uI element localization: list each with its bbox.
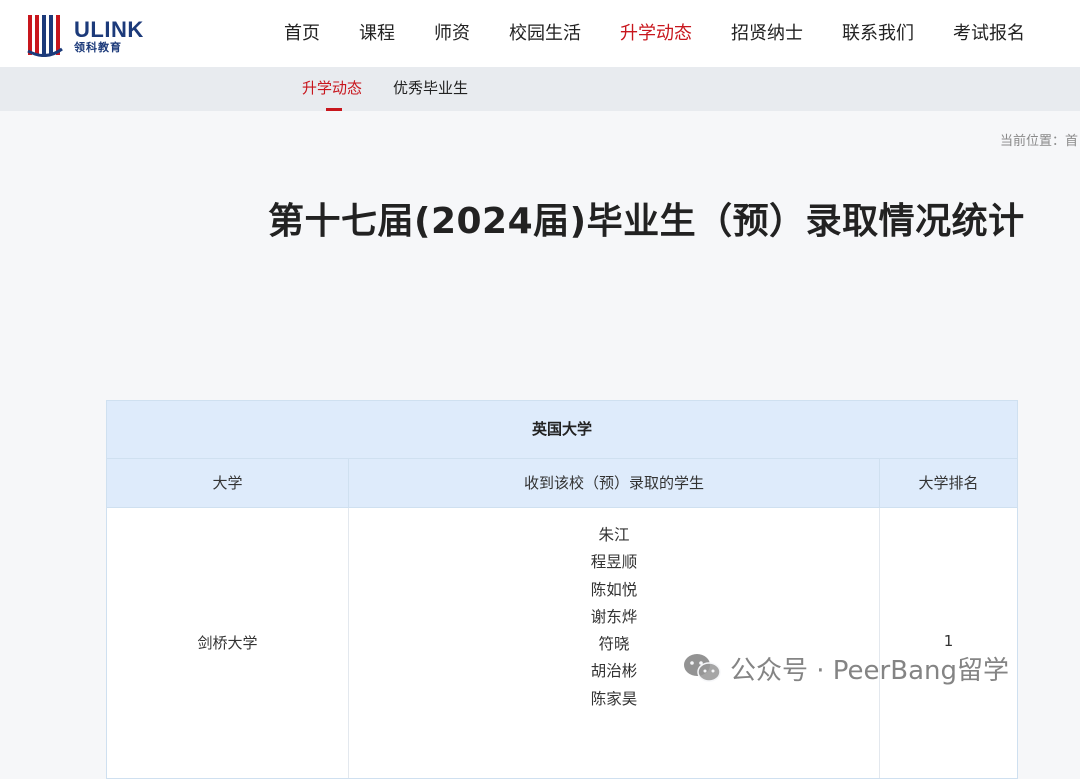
nav-item-contact[interactable]: 联系我们	[842, 0, 914, 67]
rank-cell: 1	[943, 632, 954, 650]
nav-item-home[interactable]: 首页	[284, 0, 320, 67]
breadcrumb: 当前位置：首	[1000, 134, 1079, 149]
main-nav: 首页 课程 师资 校园生活 升学动态 招贤纳士 联系我们 考试报名	[284, 0, 1064, 67]
table-caption: 英国大学	[107, 401, 1017, 459]
nav-item-admissions-news[interactable]: 升学动态	[620, 0, 692, 67]
student-name: 朱江	[598, 526, 630, 544]
table-header-row: 大学 收到该校（预）录取的学生 大学排名	[107, 459, 1017, 508]
nav-item-faculty[interactable]: 师资	[434, 0, 470, 67]
nav-item-careers[interactable]: 招贤纳士	[731, 0, 803, 67]
column-header-students: 收到该校（预）录取的学生	[349, 459, 880, 507]
site-header: ULINK 领科教育 首页 课程 师资 校园生活 升学动态 招贤纳士 联系我们 …	[0, 0, 1080, 67]
sub-nav: 升学动态 优秀毕业生	[0, 67, 1080, 111]
logo-brand-text: ULINK	[74, 17, 144, 42]
student-name: 符晓	[598, 635, 630, 654]
ulink-logo[interactable]: ULINK 领科教育	[26, 13, 156, 57]
column-header-rank: 大学排名	[918, 474, 979, 492]
subnav-item-admissions-news[interactable]: 升学动态	[302, 67, 362, 111]
table-row: 剑桥大学 朱江 程昱顺 陈如悦 谢东烨 符晓 胡治彬 陈家昊 1	[107, 508, 1017, 778]
watermark-text: 公众号 · PeerBang留学	[730, 655, 1009, 686]
subnav-active-indicator	[326, 108, 342, 111]
student-name: 谢东烨	[590, 607, 638, 626]
student-name: 程昱顺	[590, 553, 638, 572]
page-title: 第十七届(2024届)毕业生（预）录取情况统计	[268, 201, 1025, 242]
university-cell: 剑桥大学	[107, 508, 349, 778]
wechat-icon	[684, 654, 721, 682]
watermark: 公众号 · PeerBang留学	[682, 648, 1009, 688]
logo-sub-text: 领科教育	[74, 41, 122, 54]
student-name: 陈家昊	[590, 689, 638, 708]
nav-item-exam-registration[interactable]: 考试报名	[953, 0, 1025, 67]
subnav-item-outstanding-graduates[interactable]: 优秀毕业生	[393, 67, 468, 111]
nav-item-campus-life[interactable]: 校园生活	[509, 0, 581, 67]
student-name: 胡治彬	[590, 662, 638, 681]
admissions-table: 英国大学 大学 收到该校（预）录取的学生 大学排名 剑桥大学 朱江 程昱顺 陈如…	[106, 400, 1018, 779]
logo-mark-icon	[27, 15, 63, 57]
students-cell: 朱江 程昱顺 陈如悦 谢东烨 符晓 胡治彬 陈家昊	[349, 508, 880, 778]
student-name: 陈如悦	[590, 580, 638, 599]
nav-item-courses[interactable]: 课程	[359, 0, 395, 67]
column-header-university: 大学	[107, 459, 349, 507]
